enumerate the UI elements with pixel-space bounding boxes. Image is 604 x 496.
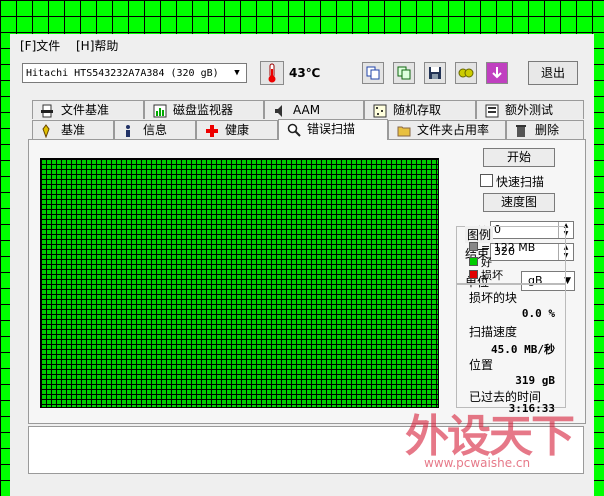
bad-blocks-label: 损坏的块 (469, 291, 518, 305)
start-scan-button[interactable]: 开始 (483, 148, 555, 167)
tab-label: 随机存取 (393, 103, 442, 117)
menu-help[interactable]: [H]帮助 (76, 37, 118, 54)
legend-block-text: = 122 MB (481, 241, 536, 254)
copy-icon (366, 66, 380, 80)
tab-label: 文件夹占用率 (417, 123, 490, 137)
legend-block-size: = 122 MB (469, 241, 535, 254)
toolbar: Hitachi HTS543232A7A384 (320 gB) ▼ 43℃ 退… (10, 60, 594, 88)
tab-label: AAM (293, 103, 321, 117)
tab-label: 基准 (61, 123, 86, 137)
folder-icon (397, 124, 411, 138)
download-icon (492, 67, 502, 79)
scan-stats: 损坏的块 0.0 % 扫描速度 45.0 MB/秒 位置 319 gB 已过去的… (456, 284, 566, 415)
health-icon (205, 124, 219, 138)
tab-aam[interactable]: AAM (264, 100, 364, 119)
info-icon (123, 124, 137, 138)
tab-erase[interactable]: 删除 (506, 120, 584, 139)
watermark-url: www.pcwaishe.cn (424, 456, 531, 470)
file-benchmark-icon (41, 104, 55, 118)
extra-tests-icon (485, 104, 499, 118)
copy-button[interactable] (362, 62, 384, 84)
tab-label: 额外测试 (505, 103, 554, 117)
tab-label: 删除 (535, 123, 560, 137)
scan-speed-value: 45.0 MB/秒 (491, 343, 555, 356)
watermark-logo: 外设天下 (405, 411, 575, 462)
options-button[interactable] (455, 62, 477, 84)
block-swatch-icon (469, 242, 478, 251)
tab-error-scan[interactable]: 错误扫描 (278, 119, 388, 140)
scan-speed-label: 扫描速度 (469, 325, 518, 339)
benchmark-icon (41, 123, 55, 138)
drive-select-value: Hitachi HTS543232A7A384 (320 gB) (26, 68, 219, 79)
tab-health[interactable]: 健康 (196, 120, 278, 139)
quick-scan-checkbox[interactable] (480, 174, 493, 187)
menu-file[interactable]: [F]文件 (20, 37, 60, 54)
drive-select[interactable]: Hitachi HTS543232A7A384 (320 gB) ▼ (22, 63, 247, 83)
tab-label: 错误扫描 (307, 122, 356, 136)
tab-info[interactable]: 信息 (114, 120, 196, 139)
bad-blocks-value: 0.0 % (521, 307, 555, 320)
tab-label: 信息 (143, 123, 168, 137)
save-button[interactable] (424, 62, 446, 84)
position-label: 位置 (469, 358, 494, 372)
tab-label: 磁盘监视器 (173, 103, 234, 117)
tab-file-benchmark[interactable]: 文件基准 (32, 100, 144, 119)
position-value: 319 gB (515, 374, 555, 387)
chevron-down-icon: ▼ (234, 68, 240, 78)
save-icon (429, 67, 441, 79)
trash-icon (515, 124, 529, 138)
tab-disk-monitor[interactable]: 磁盘监视器 (144, 100, 264, 119)
tab-label: 文件基准 (61, 103, 110, 117)
legend-bad: 损坏 (469, 267, 503, 283)
tab-label: 健康 (225, 123, 250, 137)
speed-map-button[interactable]: 速度图 (483, 193, 555, 212)
good-swatch-icon (469, 257, 478, 266)
speaker-icon (273, 104, 287, 118)
disk-monitor-icon (153, 104, 167, 118)
legend-bad-text: 损坏 (481, 269, 503, 282)
tab-extra-tests[interactable]: 额外测试 (476, 100, 584, 119)
legend: 图例 = 122 MB 好 损坏 (456, 226, 566, 284)
random-access-icon (373, 104, 387, 118)
copy-screen-icon (397, 66, 411, 80)
download-button[interactable] (486, 62, 508, 84)
menu-bar: [F]文件 [H]帮助 (10, 34, 594, 54)
tab-random-access[interactable]: 随机存取 (364, 100, 476, 119)
tab-folder-usage[interactable]: 文件夹占用率 (388, 120, 506, 139)
tab-benchmark[interactable]: 基准 (32, 120, 114, 139)
exit-button[interactable]: 退出 (528, 61, 578, 85)
copy-screen-button[interactable] (393, 62, 415, 84)
scan-block-grid (40, 158, 439, 408)
thermometer-icon (260, 61, 284, 85)
temperature-readout: 43℃ (289, 66, 321, 80)
options-icon (458, 68, 474, 78)
bad-swatch-icon (469, 270, 478, 279)
quick-scan-label: 快速扫描 (496, 175, 545, 189)
magnifier-icon (287, 123, 301, 137)
quick-scan-option[interactable]: 快速扫描 (480, 173, 544, 190)
